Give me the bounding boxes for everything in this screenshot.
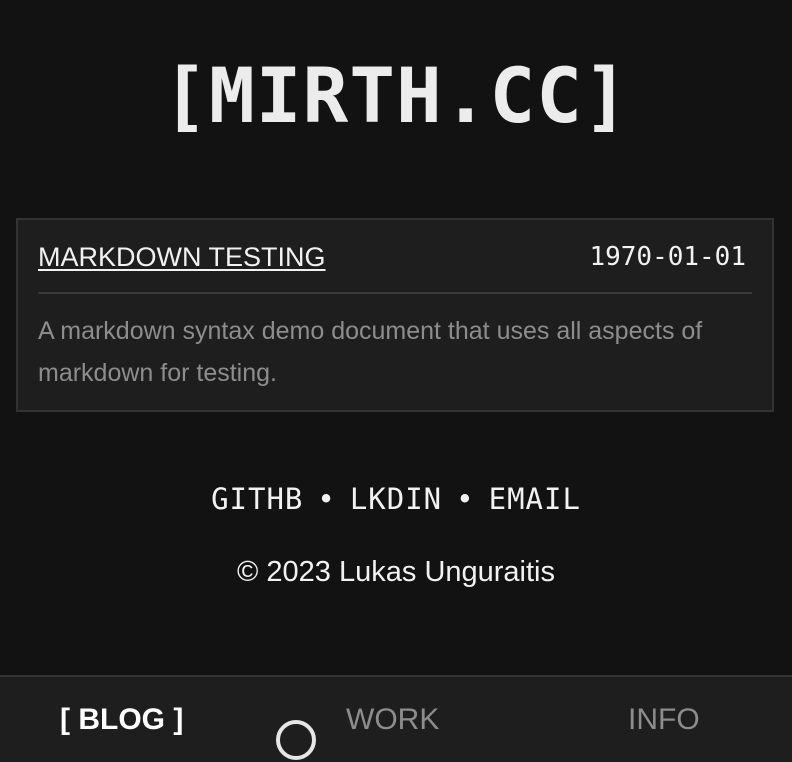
linkedin-link[interactable]: LKDIN: [350, 482, 442, 516]
post-title-link[interactable]: MARKDOWN TESTING: [38, 242, 326, 273]
nav-info[interactable]: INFO: [628, 703, 700, 737]
post-header: MARKDOWN TESTING 1970-01-01: [38, 238, 752, 294]
social-links: GITHB • LKDIN • EMAIL: [0, 482, 792, 516]
bottom-nav: [ BLOG ] WORK INFO: [0, 675, 792, 762]
nav-blog[interactable]: [ BLOG ]: [60, 703, 183, 737]
separator-dot: •: [456, 482, 475, 516]
post-card: MARKDOWN TESTING 1970-01-01 A markdown s…: [16, 218, 774, 412]
site-title[interactable]: [MIRTH.CC]: [0, 48, 792, 144]
post-description: A markdown syntax demo document that use…: [38, 317, 703, 387]
circle-button-icon[interactable]: [276, 720, 316, 760]
email-link[interactable]: EMAIL: [489, 482, 581, 516]
page: [MIRTH.CC] MARKDOWN TESTING 1970-01-01 A…: [0, 0, 792, 762]
github-link[interactable]: GITHB: [211, 482, 303, 516]
nav-work[interactable]: WORK: [346, 703, 439, 737]
copyright: © 2023 Lukas Unguraitis: [237, 556, 555, 588]
post-date: 1970-01-01: [589, 242, 746, 272]
separator-dot: •: [317, 482, 336, 516]
